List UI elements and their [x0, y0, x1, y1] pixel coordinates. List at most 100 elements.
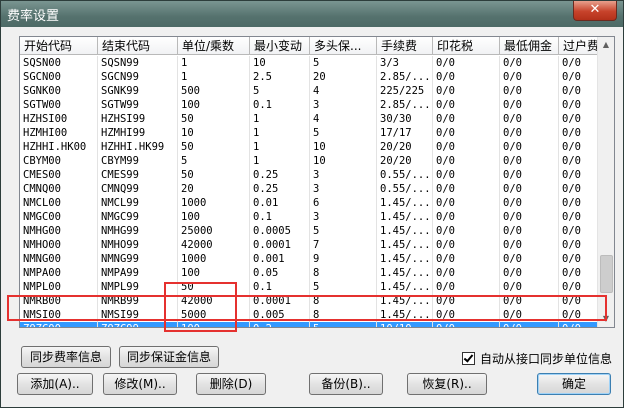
table-row[interactable]: NMGC00 NMGC99 100 0.1 3 1.45/... 0/0 0/0 0/0 [20, 210, 598, 224]
table-cell: 0.25 [250, 182, 310, 196]
table-cell: 0/0 [559, 84, 598, 98]
table-cell: 5000 [178, 308, 250, 322]
column-header[interactable]: 印花税 [433, 37, 500, 55]
table-row[interactable]: SGCN00 SGCN99 1 2.5 20 2.85/... 0/0 0/0 0/0 [20, 70, 598, 84]
table-row[interactable]: CBYM00 CBYM99 5 1 10 20/20 0/0 0/0 0/0 [20, 154, 598, 168]
table-cell: 20 [178, 182, 250, 196]
table-row[interactable]: HZHSI00 HZHSI99 50 1 4 30/30 0/0 0/0 0/0 [20, 112, 598, 126]
table-cell: 0/0 [500, 322, 559, 327]
table-cell: SQSN00 [20, 56, 98, 70]
table-row[interactable]: SGNK00 SGNK99 500 5 4 225/225 0/0 0/0 0/0 [20, 84, 598, 98]
add-button[interactable]: 添加(A).. [17, 373, 93, 395]
table-cell: 50 [178, 280, 250, 294]
table-row[interactable]: NMRB00 NMRB99 42000 0.0001 8 1.45/... 0/0 0/0 0/… [20, 294, 598, 308]
table-cell: NMSI99 [98, 308, 178, 322]
table-cell: 0/0 [559, 196, 598, 210]
table-cell: 0.0001 [250, 238, 310, 252]
table-cell: 0/0 [500, 98, 559, 112]
scroll-up-icon[interactable]: ▲ [598, 37, 614, 53]
table-row[interactable]: SQSN00 SQSN99 1 10 5 3/3 0/0 0/0 0/0 [20, 56, 598, 70]
table-cell: 3 [310, 210, 377, 224]
vertical-scrollbar[interactable]: ▲ ▼ [597, 37, 614, 327]
checkbox-icon[interactable] [462, 352, 475, 365]
backup-button[interactable]: 备份(B).. [309, 373, 383, 395]
table-cell: 0/0 [500, 168, 559, 182]
column-header[interactable]: 结束代码 [98, 37, 178, 55]
table-cell: 0/0 [500, 112, 559, 126]
fee-table[interactable]: 开始代码 结束代码 单位/乘数 最小变动 多头保... 手续费 印花税 最低佣金 过户费 SQS… [19, 36, 615, 328]
ok-button[interactable]: 确定 [537, 373, 611, 395]
table-row[interactable]: NMPL00 NMPL99 50 0.1 5 1.45/... 0/0 0/0 0/0 [20, 280, 598, 294]
table-cell: 10 [310, 154, 377, 168]
table-cell: 5 [178, 154, 250, 168]
table-cell: 2.5 [250, 70, 310, 84]
table-cell: 0/0 [433, 84, 500, 98]
column-header[interactable]: 手续费 [377, 37, 433, 55]
table-cell: HZHSI00 [20, 112, 98, 126]
table-cell: 0.55/... [377, 168, 433, 182]
table-cell: CMES99 [98, 168, 178, 182]
table-cell: NMGC00 [20, 210, 98, 224]
table-cell: HZHHI.HK99 [98, 140, 178, 154]
table-cell: CMNQ99 [98, 182, 178, 196]
close-button[interactable]: ✕ [573, 1, 617, 21]
modify-button[interactable]: 修改(M).. [103, 373, 177, 395]
table-cell: 0/0 [433, 196, 500, 210]
sync-rate-button[interactable]: 同步费率信息 [21, 346, 111, 368]
table-cell: 0/0 [433, 266, 500, 280]
table-cell: SGCN99 [98, 70, 178, 84]
column-header[interactable]: 过户费 [559, 37, 598, 55]
table-cell: 1.45/... [377, 196, 433, 210]
table-cell: 2.85/... [377, 98, 433, 112]
table-row[interactable]: NMHO00 NMHO99 42000 0.0001 7 1.45/... 0/0 0/0 0/… [20, 238, 598, 252]
scrollbar-thumb[interactable] [600, 255, 613, 293]
table-cell: CMES00 [20, 168, 98, 182]
table-cell: 0/0 [559, 266, 598, 280]
table-row[interactable]: NMPA00 NMPA99 100 0.05 8 1.45/... 0/0 0/0 0/0 [20, 266, 598, 280]
column-header[interactable]: 单位/乘数 [178, 37, 250, 55]
table-row[interactable]: HZHHI.HK00 HZHHI.HK99 50 1 10 20/20 0/0 0/0 0/0 [20, 140, 598, 154]
table-cell: 10/10 [377, 322, 433, 327]
column-header[interactable]: 最小变动 [250, 37, 310, 55]
table-cell: 0/0 [559, 308, 598, 322]
table-cell: SGCN00 [20, 70, 98, 84]
column-header[interactable]: 多头保... [310, 37, 377, 55]
table-cell: 0.01 [250, 196, 310, 210]
column-header[interactable]: 开始代码 [20, 37, 98, 55]
table-cell: 10 [250, 56, 310, 70]
table-cell: 5 [310, 126, 377, 140]
table-cell: 0/0 [559, 210, 598, 224]
delete-button[interactable]: 删除(D) [196, 373, 266, 395]
table-cell: 8 [310, 308, 377, 322]
table-cell: NMPL99 [98, 280, 178, 294]
table-row[interactable]: CMES00 CMES99 50 0.25 3 0.55/... 0/0 0/0 0/0 [20, 168, 598, 182]
table-row[interactable]: NMCL00 NMCL99 1000 0.01 6 1.45/... 0/0 0/0 0/0 [20, 196, 598, 210]
table-cell: 0.1 [250, 210, 310, 224]
table-row[interactable]: NMNG00 NMNG99 1000 0.001 9 1.45/... 0/0 0/0 0/0 [20, 252, 598, 266]
table-cell: 0/0 [433, 280, 500, 294]
table-cell: 2.85/... [377, 70, 433, 84]
restore-button[interactable]: 恢复(R).. [407, 373, 487, 395]
table-row[interactable]: CMNQ00 CMNQ99 20 0.25 3 0.55/... 0/0 0/0 0/0 [20, 182, 598, 196]
table-cell: 0/0 [500, 126, 559, 140]
scroll-down-icon[interactable]: ▼ [598, 311, 614, 327]
table-cell: 0/0 [559, 238, 598, 252]
column-header[interactable]: 最低佣金 [500, 37, 559, 55]
table-cell: 0/0 [500, 294, 559, 308]
title-bar[interactable]: 费率设置 ✕ [1, 1, 623, 27]
table-cell: HZMHI00 [20, 126, 98, 140]
table-cell: 0/0 [500, 56, 559, 70]
table-row[interactable]: NMSI00 NMSI99 5000 0.005 8 1.45/... 0/0 0/0 0/0 [20, 308, 598, 322]
table-row[interactable]: NMHG00 NMHG99 25000 0.0005 5 1.45/... 0/0 0/0 0/… [20, 224, 598, 238]
table-cell: NMNG00 [20, 252, 98, 266]
table-row[interactable]: HZMHI00 HZMHI99 10 1 5 17/17 0/0 0/0 0/0 [20, 126, 598, 140]
table-row[interactable]: SGTW00 SGTW99 100 0.1 3 2.85/... 0/0 0/0 0/0 [20, 98, 598, 112]
table-cell: 1000 [178, 252, 250, 266]
table-row-selected[interactable]: ZQZC00ZQZC991000.2510/100/00/00/0 [20, 322, 598, 327]
table-cell: 0/0 [433, 182, 500, 196]
auto-sync-checkbox[interactable]: 自动从接口同步单位信息 [462, 350, 612, 366]
table-cell: 3 [310, 168, 377, 182]
table-cell: SGNK00 [20, 84, 98, 98]
table-cell: 0/0 [559, 294, 598, 308]
sync-margin-button[interactable]: 同步保证金信息 [119, 346, 219, 368]
